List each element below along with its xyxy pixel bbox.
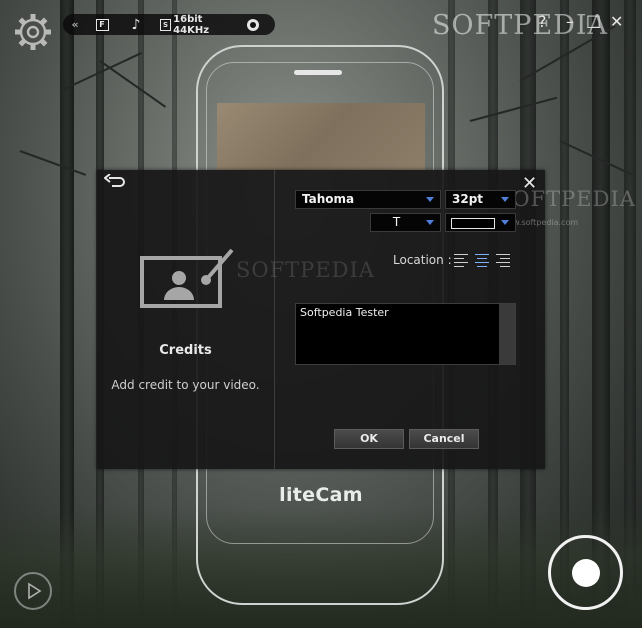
font-style-select[interactable]: T	[370, 213, 441, 232]
credits-illustration-icon	[140, 248, 234, 308]
settings-gear-icon[interactable]	[12, 11, 54, 53]
record-button[interactable]	[548, 535, 623, 610]
font-name-value: Tahoma	[302, 192, 355, 206]
audio-format-label: 16bit 44KHz	[173, 13, 210, 36]
font-size-value: 32pt	[452, 192, 484, 206]
record-dot-icon	[572, 559, 600, 587]
phone-speaker	[294, 70, 342, 75]
text-scrollbar[interactable]	[499, 304, 515, 364]
close-window-button[interactable]: ✕	[610, 12, 623, 31]
webcam-icon[interactable]	[245, 14, 261, 35]
dialog-description: Add credit to your video.	[111, 378, 260, 392]
play-icon	[28, 582, 42, 600]
align-left-icon[interactable]	[454, 254, 468, 267]
color-swatch	[451, 218, 495, 229]
font-style-value: T	[392, 215, 401, 229]
dialog-close-button[interactable]: ✕	[522, 174, 537, 194]
chevron-down-icon	[501, 220, 509, 225]
help-button[interactable]: ?	[538, 12, 547, 31]
credit-text-input[interactable]: Softpedia Tester	[295, 303, 516, 365]
maximize-button[interactable]: □	[586, 11, 601, 30]
audio-settings-icon: S	[160, 18, 172, 31]
screen-mode-icon[interactable]: F	[95, 14, 109, 35]
chevron-down-icon	[426, 220, 434, 225]
font-size-select[interactable]: 32pt	[445, 190, 516, 209]
top-toolbar: « F ♪ S 16bit 44KHz	[63, 13, 275, 36]
screen-mode-label: F	[95, 18, 109, 31]
align-right-icon[interactable]	[496, 254, 510, 267]
music-note-icon[interactable]: ♪	[128, 14, 144, 35]
back-arrow-icon[interactable]	[104, 174, 126, 190]
credit-text-value: Softpedia Tester	[300, 306, 389, 319]
watermark: SOFTPEDIA	[431, 10, 608, 41]
cancel-button[interactable]: Cancel	[409, 429, 479, 449]
audio-format-button[interactable]: S 16bit 44KHz	[160, 13, 236, 36]
dialog-divider	[274, 170, 275, 469]
minimize-button[interactable]: –	[566, 12, 574, 31]
double-chevron-left-icon[interactable]: «	[67, 14, 83, 35]
dialog-watermark: SOFTPEDIA	[497, 187, 636, 211]
ok-button[interactable]: OK	[334, 429, 404, 449]
font-name-select[interactable]: Tahoma	[295, 190, 441, 209]
play-button[interactable]	[14, 572, 52, 610]
font-color-select[interactable]	[445, 213, 516, 232]
app-brand: liteCam	[279, 484, 363, 506]
chevron-down-icon	[501, 197, 509, 202]
chevron-down-icon	[426, 197, 434, 202]
dialog-title: Credits	[159, 343, 212, 358]
dialog-center-watermark: SOFTPEDIA	[236, 258, 375, 282]
location-label: Location :	[393, 253, 452, 267]
align-center-icon[interactable]	[475, 254, 489, 267]
